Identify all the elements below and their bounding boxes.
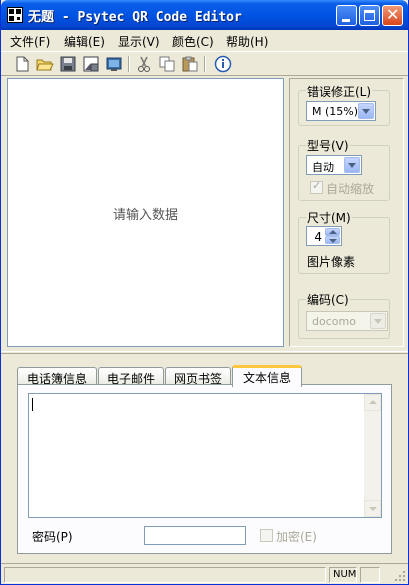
close-icon: ✕ bbox=[386, 5, 400, 24]
spin-down-icon[interactable] bbox=[325, 236, 340, 244]
menu-view[interactable]: 显示(V) bbox=[118, 33, 160, 50]
app-window: 无题 - Psytec QR Code Editor ✕ 文件(F) 编辑(E)… bbox=[0, 0, 409, 585]
toolbar-separator bbox=[204, 56, 206, 72]
auto-shrink-label: 自动缩放 bbox=[326, 182, 375, 196]
encrypt-label: 加密(E) bbox=[276, 530, 317, 544]
copy-icon[interactable] bbox=[158, 55, 176, 73]
toolbar bbox=[1, 51, 408, 76]
encoding-label: 编码(C) bbox=[306, 291, 350, 308]
text-input[interactable] bbox=[28, 393, 382, 518]
error-correction-label: 错误修正(L) bbox=[306, 83, 373, 100]
text-scrollbar[interactable] bbox=[364, 394, 381, 517]
scroll-down-icon[interactable] bbox=[364, 500, 381, 517]
scroll-up-icon[interactable] bbox=[364, 394, 381, 411]
open-folder-icon[interactable] bbox=[36, 55, 54, 73]
num-lock-indicator: NUM bbox=[329, 567, 357, 583]
title-bar[interactable]: 无题 - Psytec QR Code Editor ✕ bbox=[1, 0, 408, 30]
size-value: 4 bbox=[314, 230, 322, 244]
display-icon[interactable] bbox=[105, 55, 123, 73]
cut-icon[interactable] bbox=[135, 55, 153, 73]
status-cell-empty bbox=[360, 567, 380, 583]
window-title: 无题 - Psytec QR Code Editor bbox=[28, 10, 242, 25]
toolbar-separator bbox=[128, 56, 130, 72]
qr-preview-area: 请输入数据 bbox=[7, 78, 284, 347]
panel-splitter[interactable] bbox=[1, 351, 408, 354]
minimize-button[interactable] bbox=[336, 5, 357, 26]
menu-bar: 文件(F) 编辑(E) 显示(V) 颜色(C) 帮助(H) bbox=[1, 30, 408, 50]
save-icon[interactable] bbox=[59, 55, 77, 73]
resize-grip-icon[interactable] bbox=[394, 570, 406, 582]
settings-panel: 错误修正(L) M (15%) 型号(V) 自动 自动缩放 尺寸(M) 4 图片… bbox=[289, 78, 404, 347]
encrypt-checkbox[interactable] bbox=[260, 529, 273, 542]
spin-up-icon[interactable] bbox=[325, 228, 340, 236]
chevron-down-icon[interactable] bbox=[344, 157, 360, 173]
model-select[interactable]: 自动 bbox=[306, 155, 362, 175]
size-unit-label: 图片像素 bbox=[307, 255, 356, 269]
model-label: 型号(V) bbox=[306, 137, 350, 154]
encoding-select[interactable]: docomo bbox=[306, 311, 388, 331]
maximize-button[interactable] bbox=[359, 5, 380, 26]
auto-shrink-checkbox[interactable] bbox=[310, 179, 323, 194]
close-button[interactable]: ✕ bbox=[382, 5, 403, 26]
text-tab-page: 密码(P) 加密(E) bbox=[17, 384, 392, 554]
menu-color[interactable]: 颜色(C) bbox=[172, 33, 214, 50]
save-as-image-icon[interactable] bbox=[82, 55, 100, 73]
size-label: 尺寸(M) bbox=[306, 209, 352, 226]
preview-placeholder: 请输入数据 bbox=[112, 208, 178, 223]
menu-edit[interactable]: 编辑(E) bbox=[64, 33, 105, 50]
error-correction-value: M (15%) bbox=[312, 105, 359, 118]
status-bar: NUM bbox=[1, 563, 408, 584]
text-caret bbox=[32, 398, 33, 411]
chevron-down-icon[interactable] bbox=[358, 103, 374, 119]
maximize-icon bbox=[364, 10, 375, 21]
qr-app-icon bbox=[7, 7, 23, 23]
minimize-icon bbox=[342, 19, 350, 22]
password-label: 密码(P) bbox=[32, 530, 73, 544]
info-icon[interactable] bbox=[214, 55, 232, 73]
chevron-down-icon[interactable] bbox=[370, 313, 386, 329]
status-main bbox=[4, 567, 326, 583]
model-value: 自动 bbox=[312, 161, 334, 174]
tab-text[interactable]: 文本信息 bbox=[232, 365, 302, 387]
menu-help[interactable]: 帮助(H) bbox=[226, 33, 268, 50]
menu-file[interactable]: 文件(F) bbox=[10, 33, 50, 50]
size-spinner[interactable]: 4 bbox=[306, 226, 342, 246]
encoding-value: docomo bbox=[312, 315, 356, 328]
new-file-icon[interactable] bbox=[13, 55, 31, 73]
paste-icon[interactable] bbox=[181, 55, 199, 73]
error-correction-select[interactable]: M (15%) bbox=[306, 101, 376, 121]
password-input[interactable] bbox=[144, 526, 246, 545]
